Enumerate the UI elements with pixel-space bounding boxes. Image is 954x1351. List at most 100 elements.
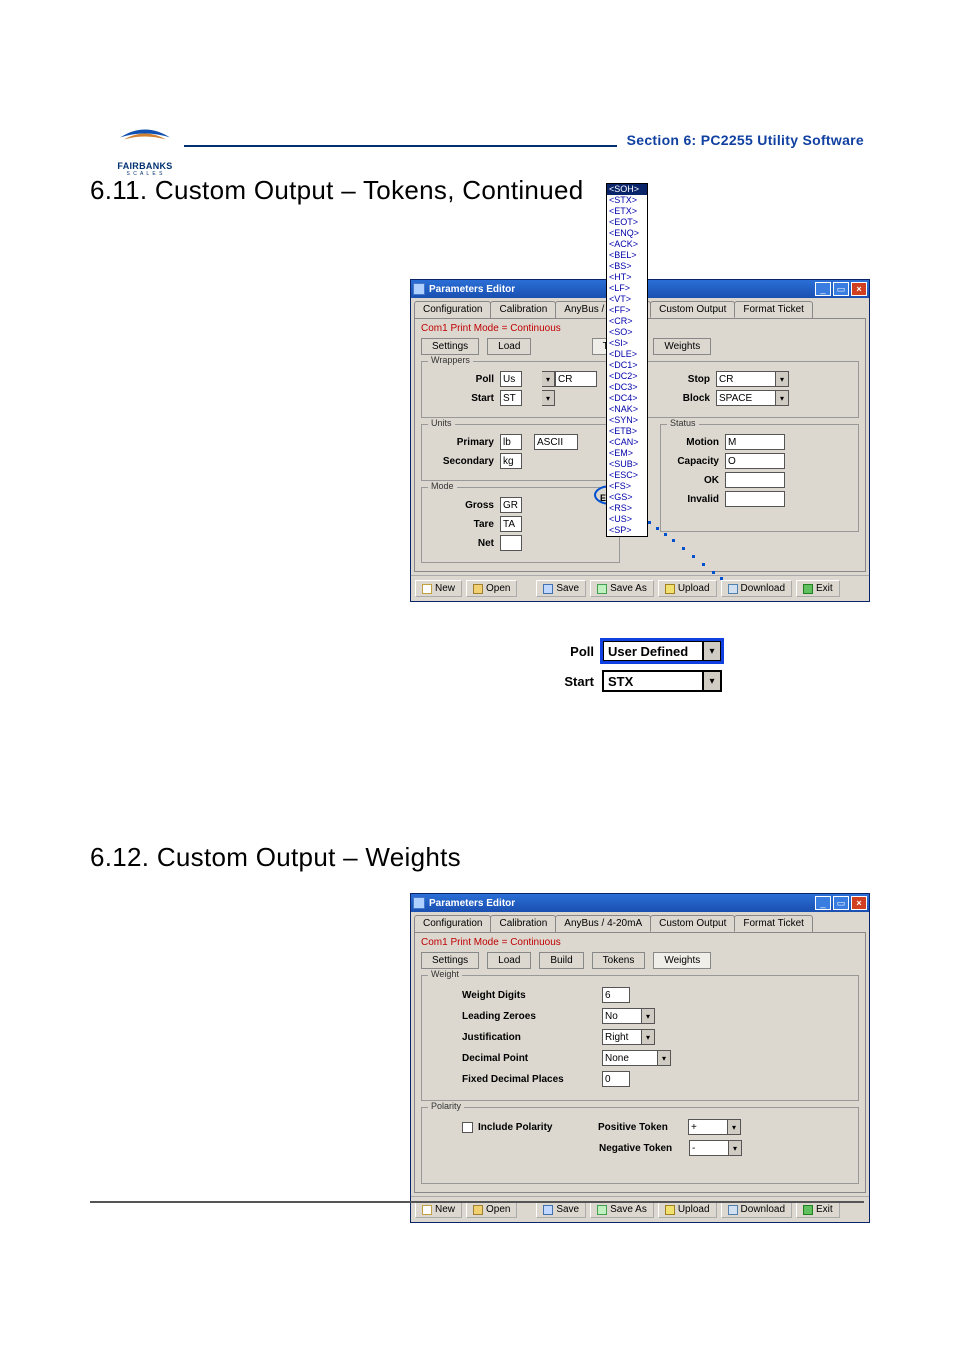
primary-select[interactable]: lb — [500, 434, 522, 450]
invalid-select[interactable] — [725, 491, 785, 507]
stop-select[interactable]: CR — [716, 371, 776, 387]
subtab-load[interactable]: Load — [487, 952, 531, 969]
subtab-load[interactable]: Load — [487, 338, 531, 355]
token-option[interactable]: <ESC> — [607, 470, 647, 481]
token-option[interactable]: <LF> — [607, 283, 647, 294]
subtab-weights[interactable]: Weights — [653, 338, 711, 355]
fixed-dec-input[interactable]: 0 — [602, 1071, 630, 1087]
gross-select[interactable]: GR — [500, 497, 522, 513]
tab-format-ticket[interactable]: Format Ticket — [734, 915, 813, 932]
leading-zeroes-select[interactable]: No — [602, 1008, 642, 1024]
token-option[interactable]: <BEL> — [607, 250, 647, 261]
token-option[interactable]: <CR> — [607, 316, 647, 327]
chevron-down-icon[interactable]: ▾ — [776, 390, 789, 406]
poll-cr-select[interactable]: CR — [555, 371, 597, 387]
motion-select[interactable]: M — [725, 434, 785, 450]
saveas-button[interactable]: Save As — [590, 580, 654, 597]
token-option[interactable]: <FF> — [607, 305, 647, 316]
token-option[interactable]: <DC3> — [607, 382, 647, 393]
new-button[interactable]: New — [415, 1201, 462, 1218]
download-button[interactable]: Download — [721, 1201, 792, 1218]
token-option[interactable]: <CAN> — [607, 437, 647, 448]
capacity-select[interactable]: O — [725, 453, 785, 469]
chevron-down-icon[interactable]: ▾ — [704, 670, 722, 692]
secondary-select[interactable]: kg — [500, 453, 522, 469]
token-option[interactable]: <SI> — [607, 338, 647, 349]
tab-custom-output[interactable]: Custom Output — [650, 915, 735, 932]
tare-select[interactable]: TA — [500, 516, 522, 532]
token-option[interactable]: <VT> — [607, 294, 647, 305]
token-option[interactable]: <DC1> — [607, 360, 647, 371]
poll-select[interactable]: Us — [500, 371, 522, 387]
token-option[interactable]: <SOH> — [607, 184, 647, 195]
chevron-down-icon[interactable]: ▾ — [642, 1008, 655, 1024]
titlebar[interactable]: Parameters Editor _ ▭ × — [411, 894, 869, 912]
upload-button[interactable]: Upload — [658, 580, 717, 597]
subtab-build[interactable]: Build — [539, 952, 583, 969]
subtab-weights[interactable]: Weights — [653, 952, 711, 969]
chevron-down-icon[interactable]: ▾ — [776, 371, 789, 387]
token-option[interactable]: <US> — [607, 514, 647, 525]
exit-button[interactable]: Exit — [796, 580, 840, 597]
negative-token-select[interactable]: - — [689, 1140, 729, 1156]
saveas-button[interactable]: Save As — [590, 1201, 654, 1218]
token-option[interactable]: <EOT> — [607, 217, 647, 228]
token-dropdown-list[interactable]: <SOH> <STX> <ETX> <EOT> <ENQ> <ACK> <BEL… — [606, 183, 648, 537]
token-option[interactable]: <RS> — [607, 503, 647, 514]
tab-configuration[interactable]: Configuration — [414, 301, 491, 318]
tab-anybus[interactable]: AnyBus / 4-20mA — [555, 915, 651, 932]
chevron-down-icon[interactable]: ▾ — [542, 390, 555, 406]
token-option[interactable]: <GS> — [607, 492, 647, 503]
chevron-down-icon[interactable]: ▾ — [642, 1029, 655, 1045]
token-option[interactable]: <DC2> — [607, 371, 647, 382]
positive-token-select[interactable]: + — [688, 1119, 728, 1135]
download-button[interactable]: Download — [721, 580, 792, 597]
close-button[interactable]: × — [851, 282, 867, 296]
tab-format-ticket[interactable]: Format Ticket — [734, 301, 813, 318]
chevron-down-icon[interactable]: ▾ — [729, 1140, 742, 1156]
chevron-down-icon[interactable]: ▾ — [658, 1050, 671, 1066]
chevron-down-icon[interactable]: ▾ — [704, 640, 722, 662]
exit-button[interactable]: Exit — [796, 1201, 840, 1218]
callout-start-value[interactable]: STX — [602, 670, 704, 692]
token-option[interactable]: <STX> — [607, 195, 647, 206]
chevron-down-icon[interactable]: ▾ — [542, 371, 555, 387]
include-polarity-checkbox[interactable] — [462, 1122, 473, 1133]
minimize-button[interactable]: _ — [815, 896, 831, 910]
token-option[interactable]: <DC4> — [607, 393, 647, 404]
subtab-settings[interactable]: Settings — [421, 338, 479, 355]
token-option[interactable]: <NAK> — [607, 404, 647, 415]
ascii-select[interactable]: ASCII — [534, 434, 578, 450]
open-button[interactable]: Open — [466, 1201, 517, 1218]
ok-select[interactable] — [725, 472, 785, 488]
weight-digits-input[interactable]: 6 — [602, 987, 630, 1003]
new-button[interactable]: New — [415, 580, 462, 597]
token-option[interactable]: <SO> — [607, 327, 647, 338]
subtab-tokens[interactable]: Tokens — [592, 952, 646, 969]
maximize-button[interactable]: ▭ — [833, 896, 849, 910]
block-select[interactable]: SPACE — [716, 390, 776, 406]
subtab-settings[interactable]: Settings — [421, 952, 479, 969]
tab-calibration[interactable]: Calibration — [490, 301, 556, 318]
minimize-button[interactable]: _ — [815, 282, 831, 296]
token-option[interactable]: <SP> — [607, 525, 647, 536]
token-option[interactable]: <ETB> — [607, 426, 647, 437]
token-option[interactable]: <SYN> — [607, 415, 647, 426]
token-option[interactable]: <FS> — [607, 481, 647, 492]
open-button[interactable]: Open — [466, 580, 517, 597]
start-select[interactable]: ST — [500, 390, 522, 406]
callout-poll-value[interactable]: User Defined — [602, 640, 704, 662]
token-option[interactable]: <BS> — [607, 261, 647, 272]
upload-button[interactable]: Upload — [658, 1201, 717, 1218]
close-button[interactable]: × — [851, 896, 867, 910]
token-option[interactable]: <SUB> — [607, 459, 647, 470]
decimal-point-select[interactable]: None — [602, 1050, 658, 1066]
save-button[interactable]: Save — [536, 580, 586, 597]
token-option[interactable]: <DLE> — [607, 349, 647, 360]
maximize-button[interactable]: ▭ — [833, 282, 849, 296]
token-option[interactable]: <ACK> — [607, 239, 647, 250]
token-option[interactable]: <ETX> — [607, 206, 647, 217]
save-button[interactable]: Save — [536, 1201, 586, 1218]
justification-select[interactable]: Right — [602, 1029, 642, 1045]
tab-configuration[interactable]: Configuration — [414, 915, 491, 932]
